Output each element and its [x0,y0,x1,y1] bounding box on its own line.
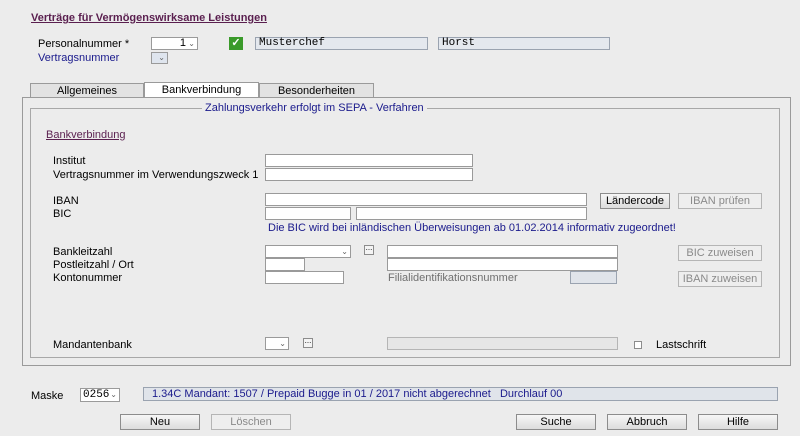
filial-label: Filialidentifikationsnummer [388,272,518,284]
chevron-down-icon[interactable]: ⌄ [158,53,165,62]
postleitzahl-input[interactable] [265,258,305,271]
iban-input[interactable] [265,193,587,206]
lastschrift-checkbox[interactable] [634,341,642,349]
personalnummer-field[interactable]: 1 ⌄ [151,37,198,50]
bic-note: Die BIC wird bei inländischen Überweisun… [268,222,676,234]
vertragsnummer-label: Vertragsnummer [38,52,120,64]
bic-label: BIC [53,208,72,220]
lastschrift-label: Lastschrift [656,339,707,351]
name1-field: Musterchef [255,37,428,50]
tab-besonderheiten[interactable]: Besonderheiten [259,83,374,98]
iban-zuweisen-button[interactable]: IBAN zuweisen [678,271,762,287]
bankleitzahl-select[interactable]: ⌄ [265,245,351,258]
kontonummer-input[interactable] [265,271,344,284]
bank-name-input[interactable] [387,245,618,258]
chevron-down-icon[interactable]: ⌄ [188,39,195,48]
mandantenbank-lookup-button[interactable]: ... [303,337,313,348]
bankleitzahl-lookup-button[interactable]: ... [364,244,374,255]
loeschen-button[interactable]: Löschen [211,414,291,430]
vertragsnummer-vz-label: Vertragsnummer im Verwendungszweck 1 [53,169,259,181]
bic-zuweisen-button[interactable]: BIC zuweisen [678,245,762,261]
status-bar: 1.34C Mandant: 1507 / Prepaid Bugge in 0… [143,387,778,401]
plz-ort-label: Postleitzahl / Ort [53,259,134,271]
iban-label: IBAN [53,195,79,207]
maske-label: Maske [31,390,64,402]
laendercode-button[interactable]: Ländercode [600,193,670,209]
abbruch-button[interactable]: Abbruch [607,414,687,430]
institut-input[interactable] [265,154,473,167]
kontonummer-label: Kontonummer [53,272,123,284]
iban-pruefen-button[interactable]: IBAN prüfen [678,193,762,209]
mandantenbank-select[interactable]: ⌄ [265,337,289,350]
hilfe-button[interactable]: Hilfe [698,414,778,430]
suche-button[interactable]: Suche [516,414,596,430]
name2-field: Horst [438,37,610,50]
chevron-down-icon[interactable]: ⌄ [110,390,117,399]
bankleitzahl-label: Bankleitzahl [53,246,113,258]
page-title: Verträge für Vermögenswirksame Leistunge… [31,12,267,24]
section-title: Bankverbindung [46,129,126,141]
check-icon[interactable]: ✓ [229,37,243,50]
mandantenbank-name-field [387,337,618,350]
vertragsnummer-field[interactable]: ⌄ [151,52,168,64]
chevron-down-icon[interactable]: ⌄ [279,339,286,348]
personalnummer-label: Personalnummer * [38,38,130,50]
chevron-down-icon[interactable]: ⌄ [341,247,348,256]
institut-label: Institut [53,155,86,167]
neu-button[interactable]: Neu [120,414,200,430]
maske-value: 0256 [83,389,110,401]
maske-field[interactable]: 0256 ⌄ [80,388,120,402]
ort-input[interactable] [387,258,618,271]
bic-name-input[interactable] [356,207,587,220]
personalnummer-value: 1 [179,37,186,49]
tab-allgemeines[interactable]: Allgemeines [30,83,144,98]
filial-field [570,271,617,284]
group-title: Zahlungsverkehr erfolgt im SEPA - Verfah… [202,102,427,114]
vertragsnummer-vz-input[interactable] [265,168,473,181]
bic-input[interactable] [265,207,351,220]
tab-bankverbindung[interactable]: Bankverbindung [144,82,259,98]
mandantenbank-label: Mandantenbank [53,339,132,351]
